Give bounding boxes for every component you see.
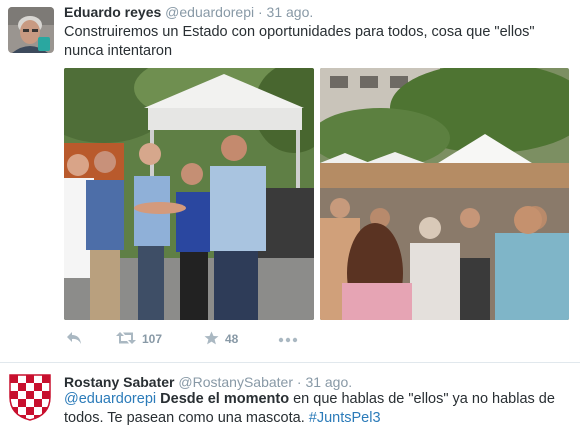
tweet[interactable]: Eduardo reyes @eduardorepi · 31 ago. Con… (0, 0, 580, 362)
tweet-photo-group[interactable] (64, 68, 314, 320)
retweet-icon (116, 331, 136, 348)
reply-button[interactable] (66, 328, 82, 350)
time-separator: · (257, 4, 263, 20)
mention-link[interactable]: @eduardorepi (64, 391, 156, 407)
time-separator: · (296, 374, 302, 390)
tweet-text: Construiremos un Estado con oportunidade… (64, 24, 535, 59)
user-fullname[interactable]: Rostany Sabater (64, 374, 174, 390)
user-avatar[interactable] (8, 7, 54, 53)
retweet-count: 107 (142, 332, 163, 346)
tweet-photo-crowd[interactable] (320, 68, 569, 320)
tweet-text: @eduardorepi Desde el momento en que hab… (64, 390, 570, 428)
user-fullname[interactable]: Eduardo reyes (64, 4, 161, 20)
more-button[interactable] (278, 328, 298, 350)
user-handle[interactable]: @RostanySabater (178, 374, 293, 390)
tweet-actions: 107 48 (64, 328, 364, 350)
user-handle[interactable]: @eduardorepi (165, 4, 254, 20)
tweet-text-bold: Desde el momento (160, 391, 290, 407)
more-icon (278, 332, 298, 346)
favorite-button[interactable]: 48 (204, 328, 238, 350)
star-icon (204, 331, 219, 348)
retweet-button[interactable]: 107 (116, 328, 162, 350)
tweet-timestamp[interactable]: 31 ago. (305, 374, 352, 390)
tweet-header: Rostany Sabater @RostanySabater · 31 ago… (64, 373, 352, 391)
user-avatar[interactable] (8, 373, 52, 421)
tweet-timestamp[interactable]: 31 ago. (267, 4, 314, 20)
hashtag-link[interactable]: #JuntsPel3 (309, 410, 381, 426)
tweet-header: Eduardo reyes @eduardorepi · 31 ago. (64, 3, 313, 21)
favorite-count: 48 (225, 332, 239, 346)
reply-icon (66, 331, 82, 348)
